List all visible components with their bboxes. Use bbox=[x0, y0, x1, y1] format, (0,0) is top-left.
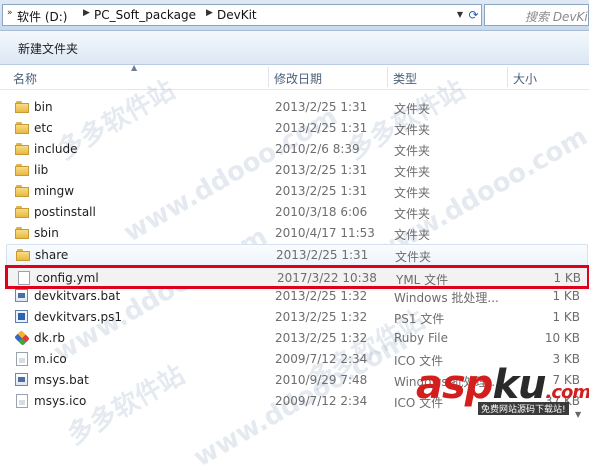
file-date: 2010/3/18 6:06 bbox=[275, 205, 368, 219]
command-bar: 新建文件夹 bbox=[0, 31, 589, 65]
file-date: 2013/2/25 1:32 bbox=[275, 310, 368, 324]
column-header-name[interactable]: 名称 bbox=[13, 70, 37, 87]
file-type: 文件夹 bbox=[394, 207, 431, 221]
folder-icon bbox=[15, 142, 29, 156]
file-name: sbin bbox=[34, 226, 59, 240]
file-row[interactable]: devkitvars.bat 2013/2/25 1:32 Windows 批处理.… bbox=[6, 286, 586, 307]
folder-row[interactable]: share 2013/2/25 1:31 文件夹 bbox=[6, 244, 588, 267]
column-divider[interactable] bbox=[387, 67, 388, 87]
search-input[interactable]: 搜索 DevKit bbox=[484, 4, 589, 26]
scroll-down-icon[interactable]: ▼ bbox=[575, 410, 581, 419]
ico-file-icon bbox=[16, 394, 28, 408]
breadcrumb-folder[interactable]: PC_Soft_package bbox=[94, 8, 196, 22]
column-header-type[interactable]: 类型 bbox=[393, 70, 417, 87]
address-bar-row: » 软件 (D:) ▶ PC_Soft_package ▶ DevKit ▼ ⟳… bbox=[0, 0, 589, 31]
file-size: 10 KB bbox=[544, 331, 580, 345]
file-size: 1 KB bbox=[552, 289, 580, 303]
file-size: 1 KB bbox=[552, 310, 580, 324]
search-placeholder: 搜索 DevKit bbox=[525, 10, 589, 24]
file-type: 文件夹 bbox=[394, 102, 431, 116]
file-date: 2013/2/25 1:31 bbox=[275, 121, 368, 135]
column-divider[interactable] bbox=[268, 67, 269, 87]
powershell-file-icon bbox=[15, 310, 28, 323]
file-name: m.ico bbox=[34, 352, 67, 366]
file-type: 文件夹 bbox=[394, 123, 431, 137]
file-name: share bbox=[35, 248, 69, 262]
logo-text-red-suffix: .com bbox=[545, 382, 589, 403]
file-name: lib bbox=[34, 163, 49, 177]
file-name: config.yml bbox=[36, 271, 99, 285]
address-dropdown-icon[interactable]: ▼ bbox=[455, 5, 465, 25]
folder-row[interactable]: lib 2013/2/25 1:31 文件夹 bbox=[6, 160, 586, 181]
folder-icon bbox=[15, 100, 29, 114]
file-size: 1 KB bbox=[553, 271, 581, 285]
file-name: dk.rb bbox=[34, 331, 65, 345]
file-type: 文件夹 bbox=[394, 186, 431, 200]
folder-row[interactable]: mingw 2013/2/25 1:31 文件夹 bbox=[6, 181, 586, 202]
folder-icon bbox=[16, 248, 30, 262]
file-type: 文件夹 bbox=[394, 165, 431, 179]
folder-row[interactable]: bin 2013/2/25 1:31 文件夹 bbox=[6, 97, 586, 118]
file-date: 2010/9/29 7:48 bbox=[275, 373, 368, 387]
folder-row[interactable]: etc 2013/2/25 1:31 文件夹 bbox=[6, 118, 586, 139]
file-type: Windows 批处理... bbox=[394, 291, 499, 305]
file-name: devkitvars.bat bbox=[34, 289, 121, 303]
file-date: 2013/2/25 1:31 bbox=[276, 248, 369, 262]
file-name: msys.bat bbox=[34, 373, 89, 387]
file-type: 文件夹 bbox=[394, 228, 431, 242]
breadcrumb-current[interactable]: DevKit bbox=[217, 8, 257, 22]
new-folder-button[interactable]: 新建文件夹 bbox=[18, 40, 78, 57]
file-date: 2013/2/25 1:31 bbox=[275, 184, 368, 198]
file-name: msys.ico bbox=[34, 394, 87, 408]
file-type: 文件夹 bbox=[394, 144, 431, 158]
folder-row[interactable]: postinstall 2010/3/18 6:06 文件夹 bbox=[6, 202, 586, 223]
folder-icon bbox=[15, 184, 29, 198]
refresh-icon[interactable]: ⟳ bbox=[466, 5, 481, 25]
breadcrumb-root-chevron-icon[interactable]: » bbox=[7, 8, 13, 18]
address-bar[interactable]: » 软件 (D:) ▶ PC_Soft_package ▶ DevKit ▼ ⟳ bbox=[2, 4, 482, 26]
logo-subtitle: 免费网站源码下载站! bbox=[478, 402, 569, 415]
file-date: 2013/2/25 1:32 bbox=[275, 331, 368, 345]
file-date: 2013/2/25 1:31 bbox=[275, 100, 368, 114]
breadcrumb-chevron-icon[interactable]: ▶ bbox=[206, 8, 213, 18]
file-row[interactable]: devkitvars.ps1 2013/2/25 1:32 PS1 文件 1 KB bbox=[6, 307, 586, 328]
breadcrumb-chevron-icon[interactable]: ▶ bbox=[83, 8, 90, 18]
column-header-row: ▲ 名称 修改日期 类型 大小 bbox=[0, 63, 589, 90]
ruby-file-icon bbox=[15, 331, 29, 345]
document-icon bbox=[18, 271, 30, 285]
column-header-size[interactable]: 大小 bbox=[513, 70, 537, 87]
column-divider[interactable] bbox=[507, 67, 508, 87]
folder-row[interactable]: include 2010/2/6 8:39 文件夹 bbox=[6, 139, 586, 160]
file-date: 2017/3/22 10:38 bbox=[277, 271, 377, 285]
file-name: mingw bbox=[34, 184, 75, 198]
file-name: bin bbox=[34, 100, 53, 114]
folder-icon bbox=[15, 121, 29, 135]
folder-icon bbox=[15, 226, 29, 240]
file-name: include bbox=[34, 142, 78, 156]
folder-icon bbox=[15, 205, 29, 219]
batch-file-icon bbox=[15, 373, 28, 386]
file-date: 2009/7/12 2:34 bbox=[275, 352, 368, 366]
file-date: 2010/2/6 8:39 bbox=[275, 142, 360, 156]
folder-icon bbox=[15, 163, 29, 177]
breadcrumb-drive[interactable]: 软件 (D:) bbox=[17, 8, 67, 25]
file-type: PS1 文件 bbox=[394, 312, 445, 326]
file-date: 2013/2/25 1:32 bbox=[275, 289, 368, 303]
file-date: 2013/2/25 1:31 bbox=[275, 163, 368, 177]
file-date: 2010/4/17 11:53 bbox=[275, 226, 375, 240]
file-name: etc bbox=[34, 121, 53, 135]
file-name: devkitvars.ps1 bbox=[34, 310, 123, 324]
file-date: 2009/7/12 2:34 bbox=[275, 394, 368, 408]
file-name: postinstall bbox=[34, 205, 96, 219]
batch-file-icon bbox=[15, 289, 28, 302]
file-type: Ruby File bbox=[394, 331, 449, 345]
file-row[interactable]: dk.rb 2013/2/25 1:32 Ruby File 10 KB bbox=[6, 328, 586, 349]
file-type: 文件夹 bbox=[395, 250, 432, 264]
folder-row[interactable]: sbin 2010/4/17 11:53 文件夹 bbox=[6, 223, 586, 244]
column-header-date[interactable]: 修改日期 bbox=[274, 70, 322, 87]
sort-ascending-icon: ▲ bbox=[131, 63, 138, 72]
ico-file-icon bbox=[16, 352, 28, 366]
